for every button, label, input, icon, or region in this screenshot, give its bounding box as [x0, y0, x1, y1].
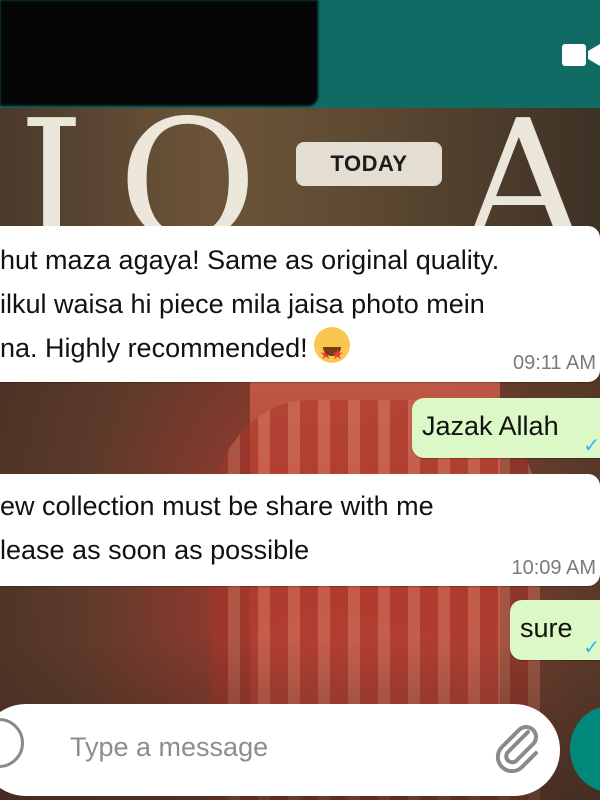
chat-header	[0, 0, 600, 108]
star-struck-emoji-icon	[313, 327, 350, 376]
outgoing-message[interactable]: Jazak Allah ✓	[412, 398, 600, 458]
redacted-contact-area	[0, 0, 318, 106]
message-line: ew collection must be share with me	[0, 491, 434, 521]
video-call-icon[interactable]	[560, 36, 600, 74]
message-line-with-emoji: na. Highly recommended!	[0, 326, 350, 376]
incoming-message[interactable]: ew collection must be share with me leas…	[0, 474, 600, 586]
outgoing-message[interactable]: sure ✓	[510, 600, 600, 660]
message-line: lease as soon as possible	[0, 535, 310, 565]
message-line: hut maza agaya! Same as original quality…	[0, 245, 500, 275]
incoming-message[interactable]: hut maza agaya! Same as original quality…	[0, 226, 600, 382]
message-line: ilkul waisa hi piece mila jaisa photo me…	[0, 289, 485, 319]
delivered-tick-icon: ✓	[583, 435, 600, 457]
message-line: na. Highly recommended!	[0, 333, 308, 363]
delivered-tick-icon: ✓	[583, 637, 600, 659]
message-text: sure	[520, 613, 573, 643]
paperclip-icon[interactable]	[488, 718, 544, 774]
chat-screen: I O A TODAY hut maza agaya! Same as orig…	[0, 0, 600, 800]
message-timestamp: 09:11 AM	[512, 352, 596, 374]
message-text: Jazak Allah	[422, 411, 559, 441]
message-input[interactable]: Type a message	[70, 732, 268, 763]
message-timestamp: 10:09 AM	[511, 557, 596, 579]
date-separator: TODAY	[296, 142, 442, 186]
